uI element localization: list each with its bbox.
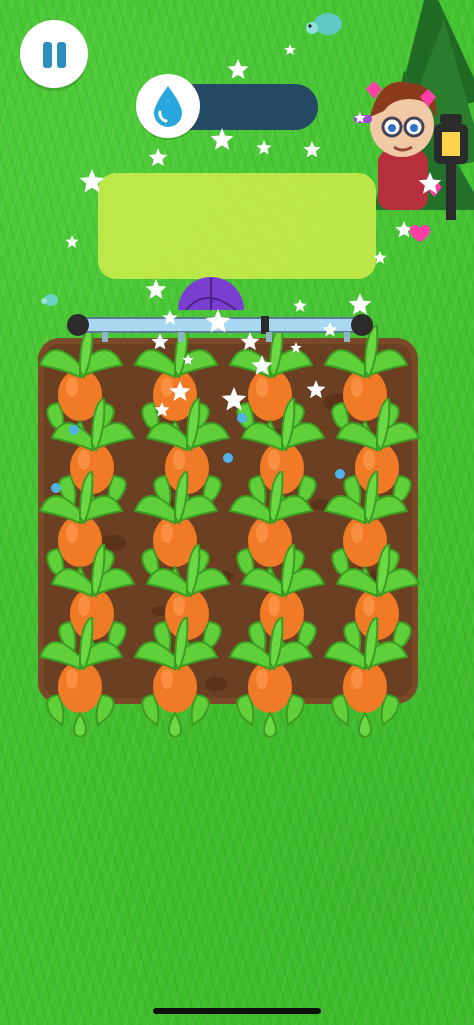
carrot-plant[interactable]	[222, 617, 318, 738]
message-panel	[98, 173, 376, 279]
water-drop-badge	[136, 74, 200, 138]
carrot-field[interactable]	[38, 324, 420, 738]
sprinkler-pipe[interactable]	[66, 310, 376, 342]
pause-button[interactable]	[20, 20, 88, 88]
small-turtle-icon	[41, 294, 58, 306]
pause-icon	[43, 42, 52, 68]
home-indicator[interactable]	[153, 1008, 321, 1014]
carrot-plant[interactable]	[317, 617, 413, 738]
ball-icon	[178, 277, 244, 311]
lantern-icon	[434, 114, 468, 220]
water-meter	[136, 74, 318, 138]
carrot-plant[interactable]	[32, 617, 128, 738]
carrot-plant[interactable]	[127, 617, 223, 738]
turtle-icon	[306, 13, 342, 35]
water-drop-icon	[154, 86, 182, 127]
